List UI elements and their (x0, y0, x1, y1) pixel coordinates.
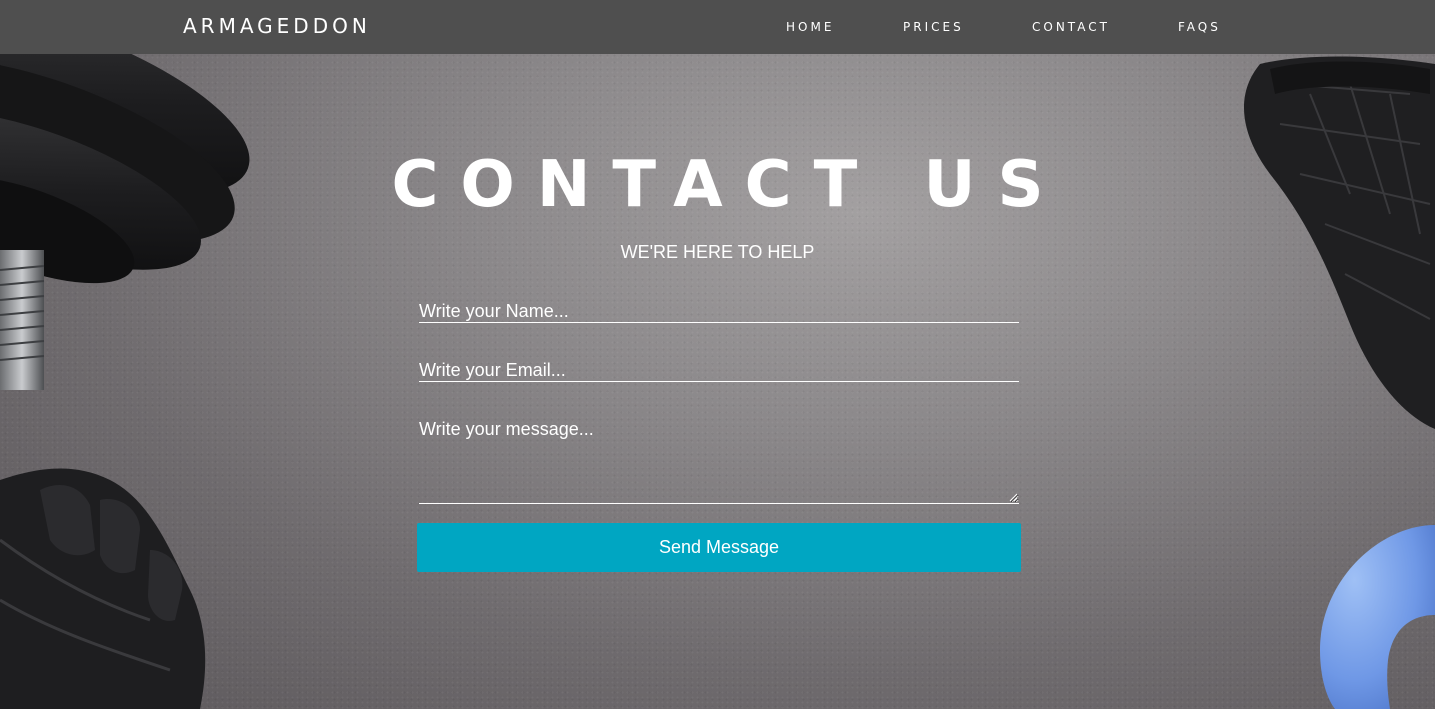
page-subtitle: WE'RE HERE TO HELP (620, 242, 815, 262)
message-textarea[interactable] (419, 418, 1019, 504)
name-input[interactable] (419, 300, 1019, 323)
nav-link-contact[interactable]: CONTACT (1032, 20, 1110, 34)
email-input[interactable] (419, 359, 1019, 382)
nav-link-faqs[interactable]: FAQS (1178, 20, 1221, 34)
send-message-button[interactable]: Send Message (417, 523, 1021, 572)
contact-section: CONTACT US WE'RE HERE TO HELP Send Messa… (0, 0, 1435, 709)
nav-link-prices[interactable]: PRICES (903, 20, 964, 34)
nav-link-home[interactable]: HOME (786, 20, 834, 34)
page-title: CONTACT US (391, 148, 1066, 222)
top-navbar: ARMAGEDDON HOME PRICES CONTACT FAQS (0, 0, 1435, 54)
brand-logo[interactable]: ARMAGEDDON (183, 14, 371, 38)
resize-handle-icon[interactable] (1009, 493, 1018, 502)
